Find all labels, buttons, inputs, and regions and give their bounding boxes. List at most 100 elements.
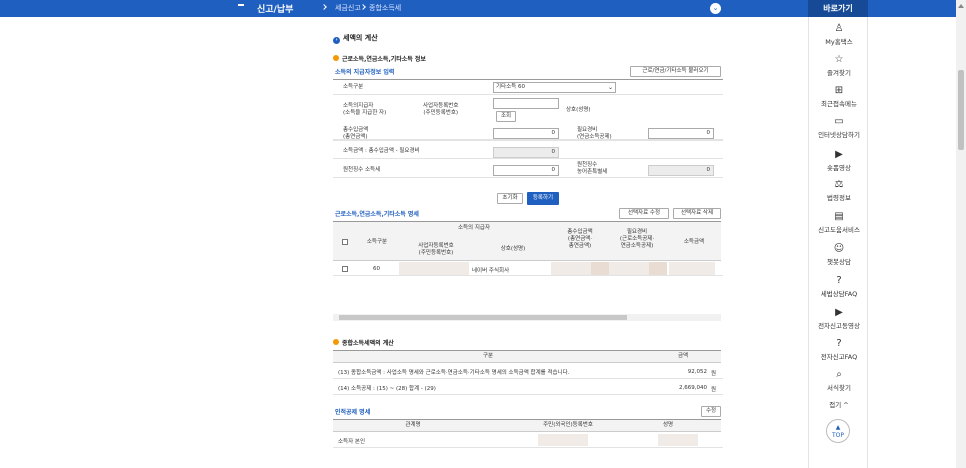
reset-button[interactable]: 초기화 — [497, 193, 523, 204]
sidebar-item-label: 세법상담FAQ — [820, 290, 858, 298]
sidebar-item-myhometax[interactable]: ♙ My홈택스 — [809, 23, 869, 46]
lookup-button[interactable]: 조회 — [496, 111, 516, 122]
sidebar-item-law[interactable]: ⚖ 법령정보 — [809, 179, 869, 202]
sidebar-item-video[interactable]: ▶ 전자신고동영상 — [809, 307, 869, 330]
redacted-amount — [649, 262, 667, 275]
total-income-input[interactable]: 0 — [493, 128, 559, 139]
bizno-label: 사업자등록번호 (주민등록번호) — [423, 103, 459, 116]
delete-selected-button[interactable]: 선택자료 삭제 — [673, 208, 721, 219]
redacted-id — [538, 434, 588, 446]
calc-row-label: (13) 종합소득금액 : 사업소득 명세와 근로소득·연금소득·기타소득 명세… — [338, 370, 570, 376]
redacted-amount — [609, 262, 649, 275]
sidebar-item-favorites[interactable]: ☆ 즐겨찾기 — [809, 54, 869, 77]
sidebar-item-label: 서식찾기 — [827, 384, 851, 392]
quick-sidebar: ♙ My홈택스 ☆ 즐겨찾기 ⊞ 최근접속메뉴 ▭ 인터넷상담하기 ▶ 숏폼영상 ⚖ 법령정… — [808, 17, 868, 468]
sidebar-collapse[interactable]: 접기 ^ — [809, 399, 869, 409]
info-icon: › — [333, 37, 340, 44]
income-type-select[interactable]: 기타소득 60 ⌄ — [493, 82, 616, 93]
payer-info-link[interactable]: 소득의 지급자정보 입력 — [335, 67, 394, 76]
personal-deduction-link[interactable]: 인적공제 명세 — [335, 407, 370, 416]
th-total-income: 총수입금액 (총연금액· 총연금액) — [567, 229, 593, 249]
expense-input[interactable]: 0 — [648, 128, 714, 139]
sidebar-item-label: 전자신고FAQ — [820, 353, 858, 361]
page-title: 신고/납부 — [257, 5, 294, 15]
video-icon: ▶ — [835, 307, 843, 318]
arrow-up-icon: ▲ — [835, 424, 841, 431]
income-amount-field: 0 — [493, 147, 559, 158]
withholding-input[interactable]: 0 — [493, 165, 559, 176]
hamburger-icon[interactable] — [238, 4, 244, 6]
select-all-checkbox[interactable] — [342, 239, 348, 245]
scrollbar-thumb[interactable] — [958, 70, 964, 150]
sidebar-item-label: 숏폼영상 — [827, 164, 851, 172]
sidebar-item-consult[interactable]: ▭ 인터넷상담하기 — [809, 116, 869, 139]
breadcrumb-income-tax[interactable]: 종합소득세 — [369, 3, 401, 13]
sidebar-item-recent[interactable]: ⊞ 최근접속메뉴 — [809, 85, 869, 108]
bizno-input[interactable] — [493, 98, 559, 109]
sidebar-item-forms[interactable]: ⌕ 서식찾기 — [809, 369, 869, 392]
th-id-number: 주민(외국인)등록번호 — [543, 422, 593, 428]
calc-row-unit: 원 — [711, 371, 717, 377]
income-detail-link[interactable]: 근로소득,연금소득,기타소득 명세 — [335, 209, 419, 218]
menu-icon: ⊞ — [834, 85, 844, 96]
sidebar-item-label: 법령정보 — [827, 194, 851, 202]
redacted-amount — [551, 262, 591, 275]
sidebar-item-shortform[interactable]: ▶ 숏폼영상 — [809, 149, 869, 172]
section-title-text: 세액의 계산 — [343, 34, 378, 42]
back-to-top-button[interactable]: ▲ TOP — [826, 419, 850, 443]
redacted-bizno — [399, 262, 469, 275]
th-item: 구분 — [482, 353, 494, 359]
bullet-icon — [333, 55, 339, 61]
sidebar-item-efaq[interactable]: ? 전자신고FAQ — [809, 338, 869, 361]
sidebar-item-label: 인터넷상담하기 — [818, 131, 860, 139]
th-income-type: 소득구분 — [366, 239, 388, 245]
breadcrumb-tax-report[interactable]: 세금신고 — [335, 3, 361, 13]
deduction-row-relation: 소득자 본인 — [338, 439, 366, 445]
load-income-button[interactable]: 근로/연금/기타소득 불러오기 — [630, 66, 721, 77]
sidebar-item-faq[interactable]: ? 세법상담FAQ — [809, 275, 869, 298]
form-row — [333, 140, 723, 141]
sidebar-item-label: 신고도움서비스 — [818, 226, 860, 234]
income-type-value: 기타소득 60 — [496, 84, 525, 90]
form-row — [333, 177, 723, 178]
total-income-label: 총수입금액 (총연금액) — [343, 127, 369, 140]
calc-row-label: (14) 소득공제 : (15) ~ (28) 합계 - (29) — [338, 386, 436, 392]
sidebar-item-label: 최근접속메뉴 — [821, 100, 857, 108]
form-row — [333, 158, 723, 159]
withholding-rural-label: 원천징수 농어촌특별세 — [577, 162, 608, 175]
user-icon: ♙ — [834, 23, 844, 34]
income-type-label: 소득구분 — [343, 84, 364, 90]
sidebar-item-chatbot[interactable]: ☺ 챗봇상담 — [809, 243, 869, 266]
th-payer-group: 소득의 지급자 — [457, 225, 491, 231]
th-relation: 관계명 — [405, 422, 421, 428]
sidebar-item-help[interactable]: ▤ 신고도움서비스 — [809, 211, 869, 234]
row-checkbox[interactable] — [342, 266, 348, 272]
edit-selected-button[interactable]: 선택자료 수정 — [619, 208, 669, 219]
section-title-text: 종합소득세액의 계산 — [342, 340, 394, 347]
withholding-label: 원천징수 소득세 — [343, 167, 381, 173]
section-title-tax-calc: › 세액의 계산 — [333, 33, 378, 44]
chevron-down-icon[interactable]: ⌄ — [710, 3, 721, 14]
redacted-amount — [669, 262, 715, 275]
company-label: 상호(성명) — [566, 107, 591, 113]
sidebar-item-label: 즐겨찾기 — [827, 69, 851, 77]
faq-icon: ? — [836, 275, 842, 286]
scrollbar-thumb[interactable] — [339, 315, 627, 320]
scroll-up-icon[interactable] — [958, 4, 964, 8]
th-bizno: 사업자등록번호 (주민등록번호) — [418, 243, 454, 256]
book-icon: ▤ — [834, 211, 844, 222]
bullet-icon — [333, 339, 339, 345]
payer-label: 소득의지급자 (소득을 지급한 자) — [343, 103, 387, 116]
play-icon: ▶ — [835, 149, 843, 160]
calc-row-unit: 원 — [711, 387, 717, 393]
section-subtitle: 근로소득,연금소득,기타소득 정보 — [333, 54, 426, 63]
th-amount: 금액 — [677, 353, 689, 359]
table-horizontal-scrollbar[interactable] — [333, 314, 721, 321]
chevron-down-icon: ⌄ — [607, 84, 613, 91]
calc-row-value: 92,052 — [687, 369, 707, 375]
star-icon: ☆ — [834, 54, 844, 65]
gavel-icon: ⚖ — [834, 179, 844, 190]
deduction-edit-button[interactable]: 수정 — [701, 406, 721, 417]
calc-row-value: 2,669,040 — [679, 385, 707, 391]
register-button[interactable]: 등록하기 — [527, 192, 559, 205]
